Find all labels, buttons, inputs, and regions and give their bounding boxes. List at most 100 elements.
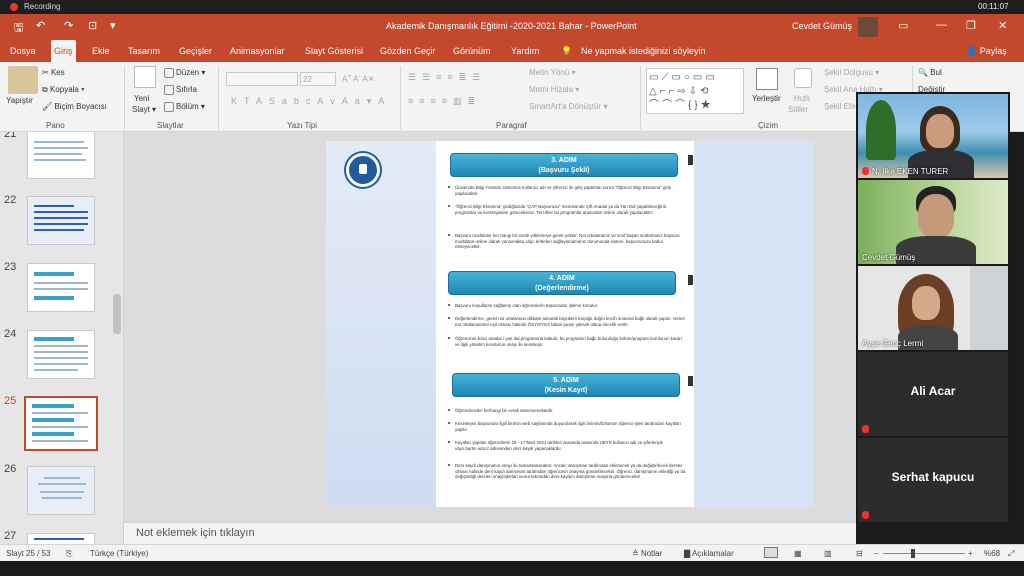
- format-painter-button[interactable]: 🖌 Biçim Boyacısı: [42, 102, 107, 111]
- reset-button[interactable]: Sıfırla: [164, 85, 197, 95]
- slide-thumbnail[interactable]: [27, 330, 95, 379]
- new-slide-button-line2[interactable]: Slayt ▾: [132, 105, 156, 114]
- zoom-level[interactable]: %68: [984, 549, 1000, 558]
- share-button[interactable]: 👤 Paylaş: [966, 46, 1007, 57]
- thumbnail-number: 26: [4, 463, 17, 475]
- step-3-header: 3. ADIM (Başvuru Şekli): [450, 153, 678, 177]
- notes-icon: ≙: [632, 549, 639, 558]
- thumbnails-scrollbar[interactable]: [112, 134, 122, 542]
- participant-tile[interactable]: Ali Acar: [858, 352, 1008, 436]
- find-button[interactable]: 🔍 Bul: [918, 68, 942, 77]
- tab-help[interactable]: Yardım: [508, 40, 542, 62]
- align-icons[interactable]: ≡≡≡≡▥≣: [408, 96, 481, 107]
- redo-icon[interactable]: ↷: [64, 19, 73, 32]
- save-icon[interactable]: 🖫: [14, 19, 23, 38]
- account-name[interactable]: Cevdet Gümüş: [792, 21, 852, 31]
- text-direction-button[interactable]: Metin Yönü ▾: [529, 68, 576, 77]
- tab-animations[interactable]: Animasyonlar: [227, 40, 288, 62]
- smartart-button[interactable]: SmartArt'a Dönüştür ▾: [529, 102, 607, 111]
- current-slide[interactable]: 3. ADIM (Başvuru Şekli) Üniversite Bilgi …: [326, 141, 814, 507]
- slide-thumbnail[interactable]: [27, 466, 95, 515]
- font-format-icons[interactable]: KTASabcAvAa▾A: [231, 96, 391, 107]
- slide-thumbnail-selected[interactable]: [24, 396, 98, 451]
- scissors-icon: ✂: [42, 68, 49, 77]
- quick-styles-icon[interactable]: [794, 68, 812, 88]
- notes-placeholder[interactable]: Not eklemek için tıklayın: [136, 527, 255, 539]
- minimize-icon[interactable]: —: [936, 19, 947, 31]
- tab-insert[interactable]: Ekle: [89, 40, 113, 62]
- tab-home[interactable]: Giriş: [51, 40, 76, 62]
- step-5-bullet: Ders kaydı danışmanın onayı ile tamamlan…: [448, 463, 686, 480]
- participant-tile[interactable]: Serhat kapucu: [858, 438, 1008, 522]
- cut-button[interactable]: ✂ Kes: [42, 68, 65, 77]
- slide-thumbnail[interactable]: [27, 533, 95, 544]
- slide-thumbnail[interactable]: [27, 263, 95, 312]
- zoom-slider[interactable]: [883, 549, 965, 558]
- zoom-out-icon[interactable]: −: [874, 549, 879, 558]
- font-size-combo[interactable]: 22: [300, 72, 336, 86]
- new-slide-icon[interactable]: [134, 66, 156, 88]
- slide-thumbnail[interactable]: [27, 196, 95, 245]
- section-button[interactable]: Bölüm ▾: [164, 102, 205, 112]
- tab-transitions[interactable]: Geçişler: [176, 40, 215, 62]
- paste-button[interactable]: Yapıştır: [6, 96, 33, 105]
- font-name-combo[interactable]: [226, 72, 298, 86]
- shapes-gallery[interactable]: ▭⟋▭○▭▭ △⌐⌐⇨⇩⟲ ⌒⌒⌒{}★: [646, 68, 744, 114]
- tell-me-search[interactable]: Ne yapmak istediğinizi söyleyin: [578, 40, 709, 62]
- arrange-button[interactable]: Yerleştir: [752, 94, 781, 103]
- participant-tile[interactable]: Ayşe Genç Lermi: [858, 266, 1008, 350]
- scrollbar-thumb[interactable]: [113, 294, 121, 334]
- comments-button[interactable]: ▇ Açıklamalar: [684, 549, 734, 558]
- status-bar: Slayt 25 / 53 ⎘ Türkçe (Türkiye) ≙ Notla…: [0, 544, 1024, 561]
- fit-slide-icon[interactable]: ⤢: [1008, 549, 1014, 559]
- slide-thumbnail[interactable]: [27, 132, 95, 179]
- account-avatar[interactable]: [858, 17, 878, 37]
- tab-file[interactable]: Dosya: [7, 40, 39, 62]
- quick-styles-button-line1[interactable]: Hızlı: [794, 94, 810, 103]
- clipboard-icon[interactable]: [8, 66, 38, 94]
- tab-review[interactable]: Gözden Geçir: [377, 40, 439, 62]
- zoom-slider-knob[interactable]: [911, 549, 915, 558]
- participant-tile[interactable]: N. İlke EKEN TURER: [858, 94, 1008, 178]
- ribbon-display-icon[interactable]: ▭: [898, 19, 908, 32]
- notes-pane[interactable]: Not eklemek için tıklayın: [124, 522, 856, 544]
- quick-access-menu-icon[interactable]: ▾: [110, 19, 116, 32]
- tab-slideshow[interactable]: Slayt Gösterisi: [302, 40, 366, 62]
- participant-face: [918, 194, 954, 238]
- divider: [640, 66, 641, 130]
- align-text-button[interactable]: Metni Hizala ▾: [529, 85, 579, 94]
- layout-button[interactable]: Düzen ▾: [164, 68, 205, 78]
- participant-tile[interactable]: Cevdet Gümüş: [858, 180, 1008, 264]
- notes-button[interactable]: ≙ Notlar: [632, 549, 662, 558]
- copy-button[interactable]: ⧉ Kopyala ▾: [42, 85, 84, 95]
- ribbon-tabs: Dosya Giriş Ekle Tasarım Geçişler Animas…: [0, 40, 1024, 62]
- restore-icon[interactable]: ❐: [966, 19, 976, 32]
- language-indicator[interactable]: Türkçe (Türkiye): [90, 549, 148, 558]
- video-background: [970, 266, 1008, 350]
- reading-view-icon[interactable]: ▥: [824, 549, 832, 558]
- slideshow-icon[interactable]: ⊟: [856, 549, 863, 558]
- undo-icon[interactable]: ↶: [36, 19, 45, 32]
- thumbnail-number: 23: [4, 261, 17, 273]
- recording-timer: 00:11:07: [978, 2, 1009, 11]
- participant-name: N. İlke EKEN TURER: [872, 167, 949, 176]
- new-slide-button-line1[interactable]: Yeni: [134, 94, 149, 103]
- shape-fill-button[interactable]: Şekil Dolgusu ▾: [824, 68, 879, 77]
- slide-sorter-icon[interactable]: ▦: [794, 549, 802, 558]
- slide-background-band: [326, 141, 436, 507]
- grow-font-icon[interactable]: A+ A- A✕: [342, 73, 374, 84]
- close-icon[interactable]: ✕: [998, 19, 1007, 32]
- arrange-icon[interactable]: [756, 68, 778, 90]
- zoom-in-icon[interactable]: +: [968, 549, 973, 558]
- copy-icon: ⧉: [42, 85, 48, 94]
- video-participants-panel: N. İlke EKEN TURER Cevdet Gümüş Ayşe Gen…: [856, 92, 1010, 524]
- thumbnail-number: 24: [4, 328, 17, 340]
- tab-design[interactable]: Tasarım: [125, 40, 163, 62]
- list-icons[interactable]: ☰☰≡≡≣☰: [408, 72, 486, 83]
- reset-icon: [164, 85, 174, 95]
- spellcheck-icon[interactable]: ⎘: [66, 549, 72, 559]
- tab-view[interactable]: Görünüm: [450, 40, 494, 62]
- normal-view-icon[interactable]: [764, 547, 778, 558]
- quick-styles-button-line2[interactable]: Stiller: [788, 105, 808, 114]
- present-icon[interactable]: ⊡: [88, 19, 97, 32]
